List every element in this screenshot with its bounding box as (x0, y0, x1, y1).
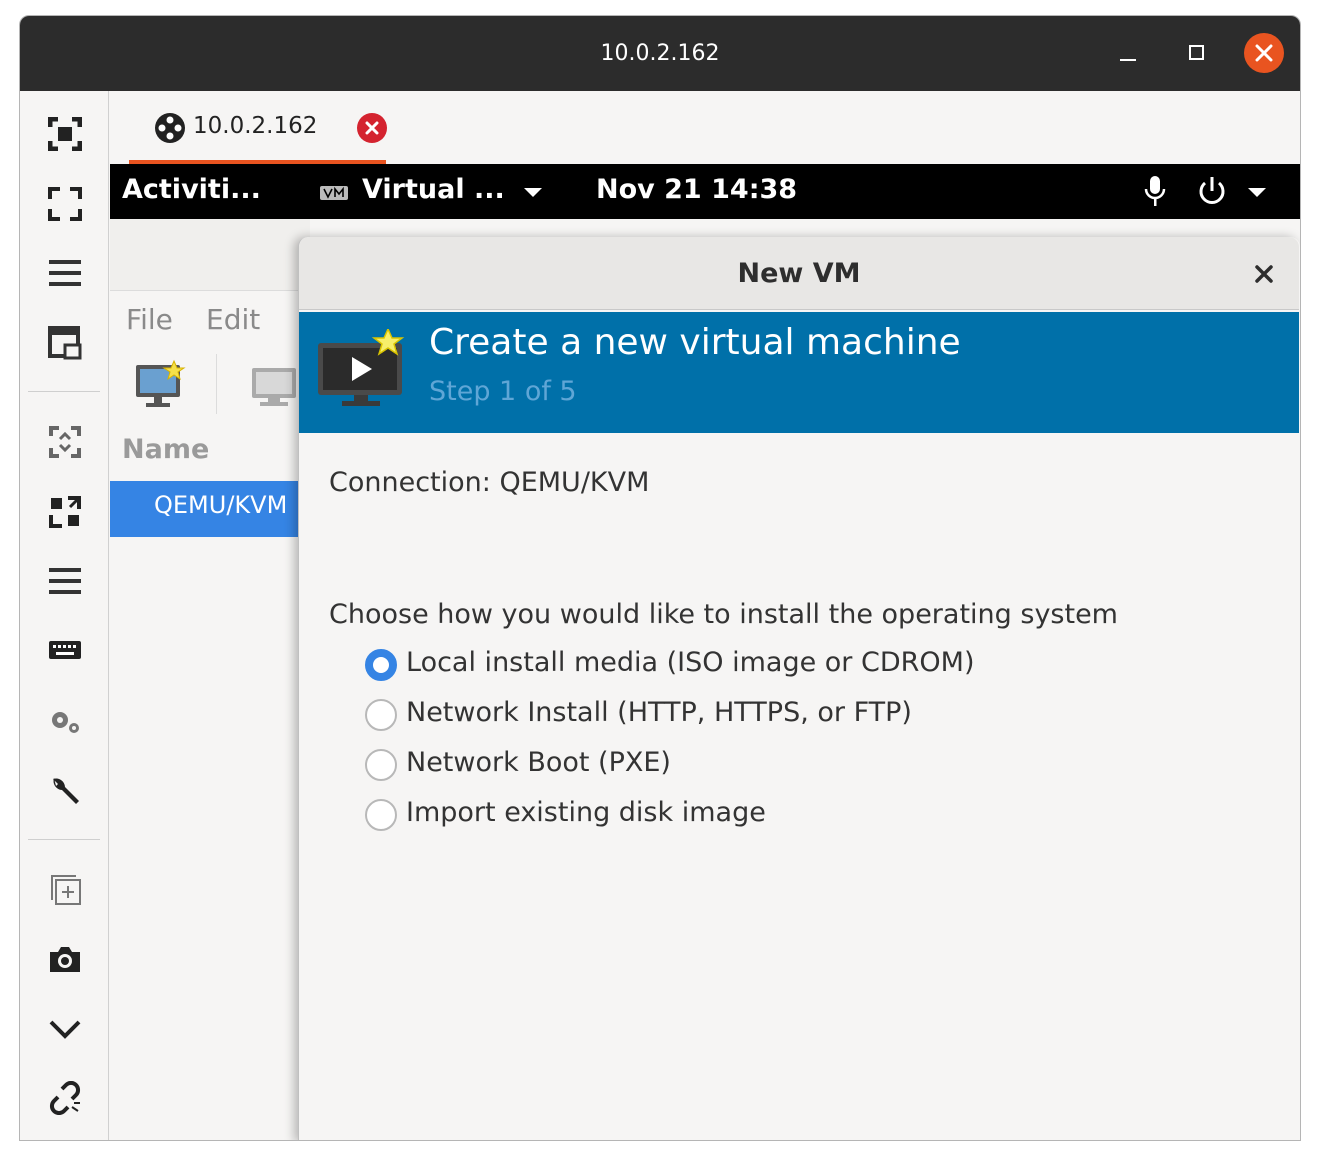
scale-icon[interactable] (44, 421, 86, 463)
remote-viewer-window: 10.0.2.162 10.0.2.162 Activiti... Virtua… (19, 15, 1301, 1141)
virt-manager-app-icon (320, 186, 348, 200)
side-toolbar (20, 91, 109, 1140)
activities-button[interactable]: Activiti... (122, 174, 261, 205)
radio-label: Network Boot (PXE) (406, 747, 671, 778)
toolbar-separator (28, 391, 100, 392)
radio-button[interactable] (365, 649, 397, 681)
disconnect-icon[interactable] (44, 1077, 86, 1119)
radio-label: Local install media (ISO image or CDROM) (406, 647, 975, 678)
title-bar[interactable]: 10.0.2.162 (20, 16, 1300, 91)
resize-icon[interactable] (44, 491, 86, 533)
app-menu-arrow-icon (524, 188, 542, 197)
wizard-banner: Create a new virtual machine Step 1 of 5 (299, 312, 1299, 433)
clock[interactable]: Nov 21 14:38 (596, 174, 797, 205)
virt-manager-window: File Edit Name QEMU/KVM (110, 219, 310, 1140)
settings-icon[interactable] (44, 700, 86, 742)
app-menu-button[interactable]: Virtual ... (362, 174, 505, 205)
menu-file[interactable]: File (126, 303, 173, 336)
dialog-title: New VM (737, 258, 861, 289)
fit-window-icon[interactable] (44, 113, 86, 155)
tab-strip: 10.0.2.162 (109, 91, 1300, 164)
remote-os-icon (155, 113, 185, 143)
radio-button[interactable] (365, 749, 397, 781)
virt-manager-headerbar (110, 219, 310, 291)
close-icon[interactable] (1249, 259, 1279, 289)
new-window-icon[interactable] (44, 868, 86, 910)
chevron-down-icon[interactable] (44, 1007, 86, 1049)
radio-label: Network Install (HTTP, HTTPS, or FTP) (406, 697, 912, 728)
radio-label: Import existing disk image (406, 797, 766, 828)
open-vm-toolbar-icon[interactable] (250, 364, 298, 408)
new-vm-toolbar-icon[interactable] (134, 359, 188, 409)
maximize-button[interactable] (1176, 33, 1216, 73)
tab-close-button[interactable] (357, 113, 387, 143)
menu-edit[interactable]: Edit (206, 303, 260, 336)
close-icon (365, 121, 379, 135)
screenshot-icon[interactable] (44, 938, 86, 980)
column-header-name[interactable]: Name (122, 434, 209, 465)
new-vm-icon (318, 329, 405, 406)
close-button[interactable] (1244, 33, 1284, 73)
connection-label: Connection: QEMU/KVM (329, 467, 650, 498)
remote-desktop[interactable]: Activiti... Virtual ... Nov 21 14:38 Fil… (110, 164, 1300, 1140)
install-method-prompt: Choose how you would like to install the… (329, 599, 1118, 630)
system-menu-arrow-icon[interactable] (1248, 188, 1266, 197)
microphone-icon[interactable] (1144, 174, 1166, 208)
radio-button[interactable] (365, 699, 397, 731)
close-icon (1255, 44, 1273, 62)
menu-icon[interactable] (44, 560, 86, 602)
keyboard-icon[interactable] (44, 630, 86, 672)
radio-button[interactable] (365, 799, 397, 831)
new-vm-dialog: New VM Create a new virtual machine Step… (298, 237, 1300, 1140)
connection-row-label: QEMU/KVM (154, 491, 288, 519)
minimize-button[interactable] (1108, 33, 1148, 73)
menu-icon[interactable] (44, 252, 86, 294)
toolbar-separator (216, 354, 217, 414)
tab-label: 10.0.2.162 (193, 113, 318, 139)
wrench-icon[interactable] (44, 770, 86, 812)
power-icon[interactable] (1196, 174, 1228, 208)
picture-in-picture-icon[interactable] (44, 322, 86, 364)
gnome-top-bar: Activiti... Virtual ... Nov 21 14:38 (110, 164, 1300, 219)
wizard-step: Step 1 of 5 (429, 376, 577, 407)
toolbar-separator (28, 839, 100, 840)
dialog-headerbar: New VM (299, 237, 1299, 310)
wizard-title: Create a new virtual machine (429, 322, 961, 363)
fullscreen-icon[interactable] (44, 183, 86, 225)
connection-tab[interactable]: 10.0.2.162 (129, 91, 387, 164)
